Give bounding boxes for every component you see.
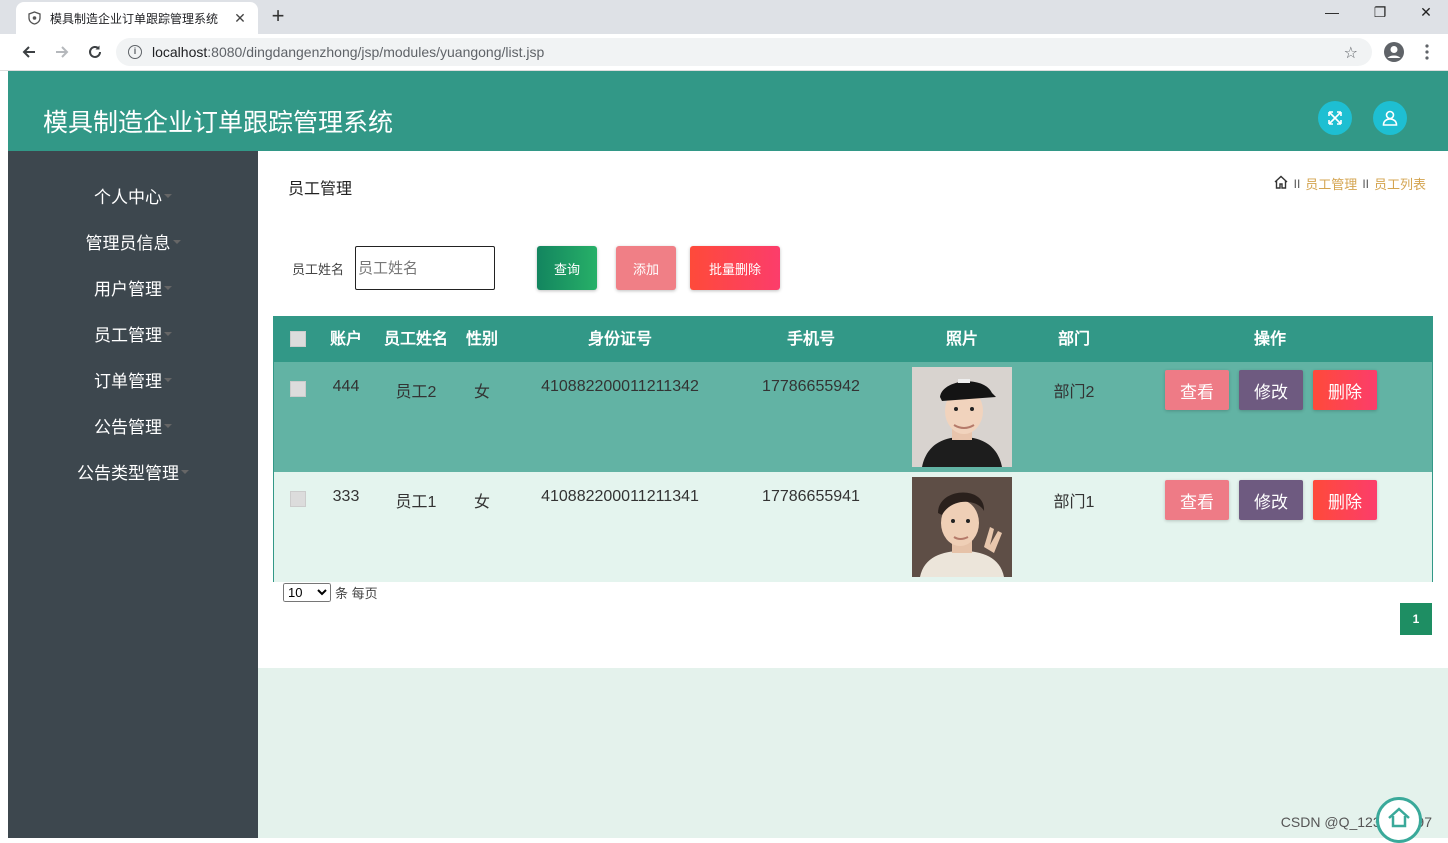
restore-icon[interactable]: ❐ [1370, 4, 1390, 21]
app-header: 模具制造企业订单跟踪管理系统 [8, 71, 1448, 151]
caret-down-icon [181, 470, 189, 474]
caret-down-icon [173, 240, 181, 244]
cell-name: 员工2 [378, 378, 454, 402]
caret-down-icon [164, 424, 172, 428]
caret-down-icon [164, 286, 172, 290]
sidebar-item-order-management[interactable]: 订单管理 [8, 364, 258, 394]
window-close-icon[interactable]: ✕ [1416, 4, 1436, 21]
user-icon [1381, 109, 1399, 127]
caret-down-icon [164, 378, 172, 382]
cell-phone: 17786655941 [736, 488, 886, 506]
table-header: 账户 员工姓名 性别 身份证号 手机号 照片 部门 操作 [274, 317, 1432, 362]
column-header: 照片 [912, 317, 1012, 362]
expand-icon [1326, 109, 1344, 127]
column-header: 部门 [1034, 317, 1114, 362]
cell-id-number: 410882200011211341 [520, 488, 720, 506]
minimize-icon[interactable]: — [1322, 4, 1342, 20]
column-header: 手机号 [736, 317, 886, 362]
add-button[interactable]: 添加 [616, 246, 676, 290]
edit-button[interactable]: 修改 [1239, 480, 1303, 520]
cell-account: 444 [324, 378, 368, 396]
row-checkbox[interactable] [290, 381, 306, 397]
page-size-select[interactable]: 10 [283, 583, 331, 602]
delete-button[interactable]: 删除 [1313, 370, 1377, 410]
fullscreen-button[interactable] [1318, 101, 1352, 135]
sidebar-item-user-management[interactable]: 用户管理 [8, 272, 258, 302]
sidebar-item-employee-management[interactable]: 员工管理 [8, 318, 258, 348]
page-size-suffix: 条 每页 [335, 583, 378, 602]
url-path: :8080/dingdangenzhong/jsp/modules/yuango… [207, 44, 544, 60]
cell-department: 部门1 [1034, 488, 1114, 512]
info-icon[interactable]: i [128, 45, 142, 59]
select-all-checkbox[interactable] [290, 331, 306, 347]
employee-table: 账户 员工姓名 性别 身份证号 手机号 照片 部门 操作 444 员工2 女 4… [273, 316, 1433, 582]
employee-photo[interactable] [912, 477, 1012, 577]
row-checkbox[interactable] [290, 491, 306, 507]
user-button[interactable] [1373, 101, 1407, 135]
cell-gender: 女 [460, 488, 504, 512]
cell-gender: 女 [460, 378, 504, 402]
page-number-current[interactable]: 1 [1400, 603, 1432, 635]
bookmark-star-icon[interactable]: ☆ [1344, 43, 1358, 63]
delete-button[interactable]: 删除 [1313, 480, 1377, 520]
sidebar-item-personal-center[interactable]: 个人中心 [8, 180, 258, 210]
browser-toolbar: i localhost:8080/dingdangenzhong/jsp/mod… [0, 34, 1448, 71]
menu-dots-icon[interactable] [1416, 41, 1438, 63]
table-row[interactable]: 333 员工1 女 410882200011211341 17786655941 [274, 472, 1432, 582]
home-icon[interactable] [1273, 174, 1289, 193]
back-icon[interactable] [18, 41, 40, 63]
breadcrumb: II 员工管理 II 员工列表 [1273, 174, 1426, 193]
employee-photo[interactable] [912, 367, 1012, 467]
browser-tabstrip: 模具制造企业订单跟踪管理系统 ✕ + — ❐ ✕ [0, 0, 1448, 34]
sidebar-item-admin-info[interactable]: 管理员信息 [8, 226, 258, 256]
cell-name: 员工1 [378, 488, 454, 512]
batch-delete-button[interactable]: 批量删除 [690, 246, 780, 290]
page-size-control: 10 条 每页 [283, 583, 378, 602]
cell-account: 333 [324, 488, 368, 506]
column-header: 员工姓名 [378, 317, 454, 362]
content-footer-area [258, 668, 1448, 838]
table-row[interactable]: 444 员工2 女 410882200011211342 17786655942 [274, 362, 1432, 472]
query-button[interactable]: 查询 [537, 246, 597, 290]
column-header: 账户 [324, 317, 368, 362]
cell-id-number: 410882200011211342 [520, 378, 720, 396]
cell-department: 部门2 [1034, 378, 1114, 402]
column-header: 操作 [1170, 317, 1370, 362]
page-title: 员工管理 [288, 175, 352, 199]
caret-down-icon [164, 332, 172, 336]
sidebar: 个人中心 管理员信息 用户管理 员工管理 订单管理 公告管理 公告类型管理 [8, 151, 258, 838]
system-title: 模具制造企业订单跟踪管理系统 [43, 103, 393, 139]
back-to-top-button[interactable] [1376, 797, 1422, 843]
view-button[interactable]: 查看 [1165, 370, 1229, 410]
close-tab-icon[interactable]: ✕ [232, 10, 248, 27]
search-label: 员工姓名 [292, 259, 344, 278]
home-up-icon [1386, 806, 1412, 828]
cell-phone: 17786655942 [736, 378, 886, 396]
address-bar[interactable]: i localhost:8080/dingdangenzhong/jsp/mod… [116, 38, 1372, 66]
caret-down-icon [164, 194, 172, 198]
column-header: 身份证号 [520, 317, 720, 362]
main-content: 员工管理 II 员工管理 II 员工列表 员工姓名 查询 添加 批量删除 账户 … [258, 151, 1448, 668]
breadcrumb-separator: II [1362, 177, 1369, 191]
breadcrumb-separator: II [1294, 177, 1301, 191]
url-host: localhost [152, 44, 207, 60]
new-tab-icon[interactable]: + [268, 5, 288, 27]
sidebar-item-notice-management[interactable]: 公告管理 [8, 410, 258, 440]
breadcrumb-item[interactable]: 员工管理 [1305, 174, 1357, 193]
employee-name-search-input[interactable] [355, 246, 495, 290]
reload-icon[interactable] [84, 41, 106, 63]
browser-tab[interactable]: 模具制造企业订单跟踪管理系统 ✕ [16, 2, 258, 34]
forward-icon[interactable] [51, 41, 73, 63]
profile-icon[interactable] [1383, 41, 1405, 63]
edit-button[interactable]: 修改 [1239, 370, 1303, 410]
column-header: 性别 [460, 317, 504, 362]
breadcrumb-item[interactable]: 员工列表 [1374, 174, 1426, 193]
app-root: 模具制造企业订单跟踪管理系统 个人中心 管理员信息 用户管理 员工管理 订单管理… [8, 71, 1448, 838]
tab-title: 模具制造企业订单跟踪管理系统 [50, 10, 232, 27]
shield-icon [26, 10, 42, 26]
sidebar-item-notice-type-management[interactable]: 公告类型管理 [8, 456, 258, 486]
view-button[interactable]: 查看 [1165, 480, 1229, 520]
